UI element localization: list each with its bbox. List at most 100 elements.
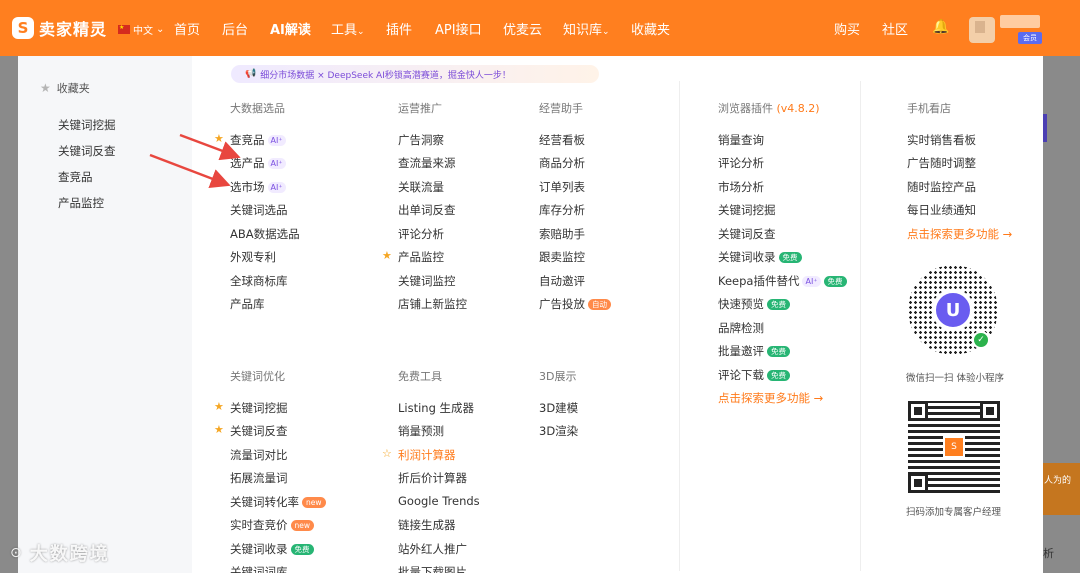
menu-item[interactable]: 市场分析: [718, 179, 764, 195]
menu-item[interactable]: Google Trends: [398, 494, 480, 508]
menu-item-keepa-alternative[interactable]: Keepa插件替代 AI⁺ 免费: [718, 273, 847, 289]
menu-item[interactable]: 关键词挖掘: [230, 400, 288, 416]
explore-more-link[interactable]: 点击探索更多功能 →: [718, 390, 823, 406]
menu-item[interactable]: 店铺上新监控: [398, 296, 467, 312]
username-blurred[interactable]: [1000, 15, 1040, 28]
menu-item-select-product[interactable]: 选产品 AI⁺: [230, 155, 286, 171]
menu-item[interactable]: 商品分析: [539, 155, 585, 171]
menu-item[interactable]: 3D建模: [539, 400, 578, 416]
menu-item-ad-placement[interactable]: 广告投放 自动: [539, 296, 611, 312]
nav-api[interactable]: API接口: [435, 19, 482, 38]
menu-item[interactable]: 销量查询: [718, 132, 764, 148]
menu-item[interactable]: 关键词挖掘: [718, 202, 776, 218]
nav-knowledge[interactable]: 知识库⌄: [563, 19, 610, 38]
menu-item[interactable]: 全球商标库: [230, 273, 288, 289]
menu-item[interactable]: 产品监控: [398, 249, 444, 265]
menu-item-batch-review[interactable]: 批量邀评 免费: [718, 343, 790, 359]
menu-item[interactable]: 3D渲染: [539, 423, 578, 439]
menu-item[interactable]: 每日业绩通知: [907, 202, 976, 218]
bell-icon[interactable]: 🔔: [932, 19, 949, 35]
menu-item[interactable]: 批量下载图片: [398, 564, 467, 573]
nav-buy[interactable]: 购买: [834, 19, 860, 38]
menu-item[interactable]: Listing 生成器: [398, 400, 474, 416]
favorite-item[interactable]: 关键词反查: [58, 143, 116, 159]
menu-item[interactable]: 广告随时调整: [907, 155, 976, 171]
favorites-sidebar: ★ 收藏夹 关键词挖掘 关键词反查 查竞品 产品监控: [18, 56, 192, 573]
menu-item-keyword-indexing-plugin[interactable]: 关键词收录 免费: [718, 249, 802, 265]
menu-item[interactable]: 站外红人推广: [398, 541, 467, 557]
new-tag: new: [302, 496, 326, 508]
promo-banner[interactable]: 📢 细分市场数据 × DeepSeek AI秒锁高潜赛道，掘金快人一步！: [231, 65, 599, 83]
nav-tools[interactable]: 工具⌄: [331, 19, 365, 38]
menu-item[interactable]: 关键词反查: [718, 226, 776, 242]
menu-item[interactable]: 销量预测: [398, 423, 444, 439]
menu-item-keyword-conversion[interactable]: 关键词转化率 new: [230, 494, 326, 510]
menu-item-keyword-indexing[interactable]: 关键词收录 免费: [230, 541, 314, 557]
menu-item[interactable]: 品牌检测: [718, 320, 764, 336]
menu-item[interactable]: 库存分析: [539, 202, 585, 218]
menu-item[interactable]: 拓展流量词: [230, 470, 288, 486]
ai-tag: AI⁺: [267, 181, 286, 193]
menu-item[interactable]: 关联流量: [398, 179, 444, 195]
menu-item[interactable]: 经营看板: [539, 132, 585, 148]
avatar[interactable]: [969, 17, 995, 43]
menu-item[interactable]: 评论分析: [398, 226, 444, 242]
nav-backend[interactable]: 后台: [222, 19, 248, 38]
favorite-item[interactable]: 产品监控: [58, 195, 104, 211]
wechat-icon: ✓: [972, 331, 990, 349]
menu-item[interactable]: 外观专利: [230, 249, 276, 265]
menu-item[interactable]: 实时销售看板: [907, 132, 976, 148]
menu-item-quick-preview[interactable]: 快速预览 免费: [718, 296, 790, 312]
menu-item-select-market[interactable]: 选市场 AI⁺: [230, 179, 286, 195]
chevron-down-icon: ⌄: [602, 27, 610, 37]
brand-logo[interactable]: S 卖家精灵: [12, 16, 107, 40]
background-text: 析: [1043, 547, 1054, 560]
menu-item-realtime-bid[interactable]: 实时查竞价 new: [230, 517, 315, 533]
nav-youmaiyun[interactable]: 优麦云: [503, 19, 542, 38]
menu-item[interactable]: 流量词对比: [230, 447, 288, 463]
menu-item[interactable]: 评论分析: [718, 155, 764, 171]
explore-more-link[interactable]: 点击探索更多功能 →: [907, 226, 1012, 242]
menu-item[interactable]: 查流量来源: [398, 155, 456, 171]
menu-item[interactable]: 关键词词库: [230, 564, 288, 573]
star-outline-icon: ☆: [382, 447, 392, 460]
ops-heading: 运营推广: [398, 102, 442, 115]
mobile-heading: 手机看店: [907, 102, 951, 115]
menu-item-review-download[interactable]: 评论下载 免费: [718, 367, 790, 383]
favorites-title: ★ 收藏夹: [40, 80, 90, 96]
favorite-item[interactable]: 查竞品: [58, 169, 93, 185]
menu-item[interactable]: ABA数据选品: [230, 226, 300, 242]
menu-item[interactable]: 关键词反查: [230, 423, 288, 439]
menu-item-profit-calculator[interactable]: 利润计算器: [398, 447, 456, 463]
menu-item[interactable]: 广告洞察: [398, 132, 444, 148]
nav-favorites[interactable]: 收藏夹: [631, 19, 670, 38]
menu-item[interactable]: 折后价计算器: [398, 470, 467, 486]
menu-item[interactable]: 产品库: [230, 296, 265, 312]
plugin-version: (v4.8.2): [776, 102, 820, 115]
menu-item[interactable]: 关键词选品: [230, 202, 288, 218]
star-icon: ★: [214, 132, 224, 145]
3d-heading: 3D展示: [539, 370, 577, 383]
logo-icon: S: [12, 17, 34, 39]
watermark: ⊙ 大数跨境: [10, 540, 110, 566]
language-switch[interactable]: 中文 ⌄: [118, 22, 164, 37]
menu-item[interactable]: 出单词反查: [398, 202, 456, 218]
language-label: 中文: [133, 26, 153, 37]
menu-item[interactable]: 关键词监控: [398, 273, 456, 289]
qr-caption-manager: 扫码添加专属客户经理: [906, 507, 1002, 518]
menu-item-label: 实时查竞价: [230, 518, 288, 532]
bigdata-heading: 大数据选品: [230, 102, 285, 115]
nav-home[interactable]: 首页: [174, 19, 200, 38]
menu-item[interactable]: 索赔助手: [539, 226, 585, 242]
menu-item-label: 批量邀评: [718, 344, 764, 358]
nav-community[interactable]: 社区: [882, 19, 908, 38]
nav-plugin[interactable]: 插件: [386, 19, 412, 38]
menu-item[interactable]: 自动邀评: [539, 273, 585, 289]
favorite-item[interactable]: 关键词挖掘: [58, 117, 116, 133]
nav-ai-insight[interactable]: AI解读: [270, 19, 311, 38]
menu-item[interactable]: 链接生成器: [398, 517, 456, 533]
menu-item[interactable]: 跟卖监控: [539, 249, 585, 265]
menu-item[interactable]: 随时监控产品: [907, 179, 976, 195]
menu-item-check-competitor[interactable]: 查竞品 AI⁺: [230, 132, 286, 148]
menu-item[interactable]: 订单列表: [539, 179, 585, 195]
